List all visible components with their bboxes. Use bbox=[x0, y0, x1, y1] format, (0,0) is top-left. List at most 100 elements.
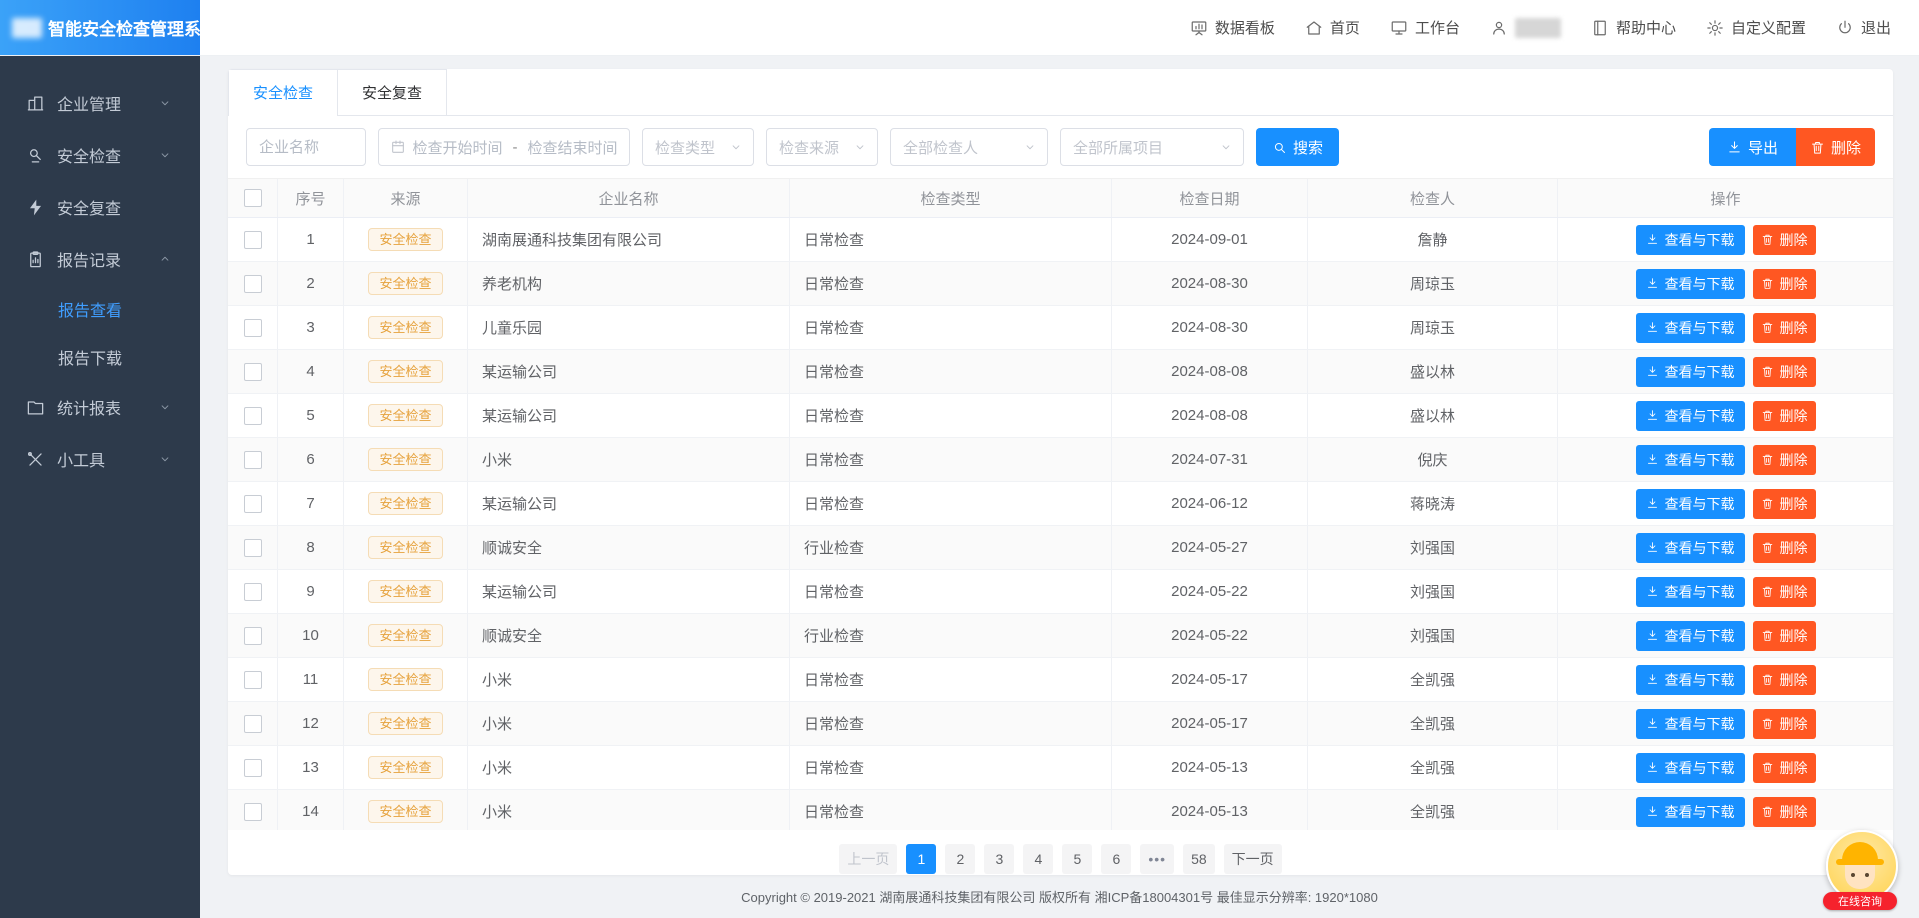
view-download-button[interactable]: 查看与下载 bbox=[1636, 797, 1745, 827]
view-download-button[interactable]: 查看与下载 bbox=[1636, 621, 1745, 651]
row-delete-button[interactable]: 删除 bbox=[1753, 577, 1816, 607]
row-delete-button[interactable]: 删除 bbox=[1753, 489, 1816, 519]
pagination-prev[interactable]: 上一页 bbox=[839, 844, 897, 874]
row-check-type: 日常检查 bbox=[790, 570, 1112, 613]
chevron-down-icon bbox=[158, 452, 172, 466]
row-checkbox[interactable] bbox=[244, 627, 262, 645]
row-checkbox[interactable] bbox=[244, 671, 262, 689]
sidebar-subitem-report-view[interactable]: 报告查看 bbox=[0, 285, 200, 333]
row-checkbox[interactable] bbox=[244, 363, 262, 381]
view-download-button[interactable]: 查看与下载 bbox=[1636, 269, 1745, 299]
tab-安全检查[interactable]: 安全检查 bbox=[228, 69, 338, 115]
view-download-button[interactable]: 查看与下载 bbox=[1636, 577, 1745, 607]
row-checkbox[interactable] bbox=[244, 275, 262, 293]
row-delete-button[interactable]: 删除 bbox=[1753, 313, 1816, 343]
nav-custom-config[interactable]: 自定义配置 bbox=[1706, 17, 1806, 38]
row-delete-button[interactable]: 删除 bbox=[1753, 269, 1816, 299]
nav-logout[interactable]: 退出 bbox=[1836, 17, 1891, 38]
project-select[interactable]: 全部所属项目 bbox=[1060, 128, 1244, 166]
row-checkbox-cell bbox=[228, 746, 278, 789]
sidebar-item-label: 统计报表 bbox=[57, 395, 121, 419]
row-delete-button[interactable]: 删除 bbox=[1753, 225, 1816, 255]
row-checkbox[interactable] bbox=[244, 715, 262, 733]
row-delete-button[interactable]: 删除 bbox=[1753, 797, 1816, 827]
view-download-button[interactable]: 查看与下载 bbox=[1636, 489, 1745, 519]
row-delete-button[interactable]: 删除 bbox=[1753, 445, 1816, 475]
view-download-button[interactable]: 查看与下载 bbox=[1636, 401, 1745, 431]
check-source-select[interactable]: 检查来源 bbox=[766, 128, 878, 166]
row-checkbox[interactable] bbox=[244, 803, 262, 821]
sidebar-subitem-report-download[interactable]: 报告下载 bbox=[0, 333, 200, 381]
row-delete-button[interactable]: 删除 bbox=[1753, 709, 1816, 739]
pagination-page-5[interactable]: 5 bbox=[1062, 844, 1092, 874]
view-download-button[interactable]: 查看与下载 bbox=[1636, 445, 1745, 475]
sidebar-item-report-records[interactable]: 报告记录 bbox=[0, 233, 200, 285]
search-button[interactable]: 搜索 bbox=[1256, 128, 1339, 166]
date-range-picker[interactable]: 检查开始时间 - 检查结束时间 bbox=[378, 128, 630, 166]
pagination-page-2[interactable]: 2 bbox=[945, 844, 975, 874]
row-checkbox[interactable] bbox=[244, 319, 262, 337]
bulk-delete-button[interactable]: 删除 bbox=[1796, 128, 1875, 166]
row-checkbox[interactable] bbox=[244, 451, 262, 469]
row-delete-label: 删除 bbox=[1780, 450, 1808, 470]
view-download-button[interactable]: 查看与下载 bbox=[1636, 533, 1745, 563]
nav-home[interactable]: 首页 bbox=[1305, 17, 1360, 38]
online-chat-widget[interactable]: 在线咨询 bbox=[1823, 830, 1897, 910]
pagination-page-3[interactable]: 3 bbox=[984, 844, 1014, 874]
company-name-input[interactable] bbox=[246, 128, 366, 166]
row-seq: 13 bbox=[278, 746, 344, 789]
sidebar-item-safety-inspection[interactable]: 安全检查 bbox=[0, 129, 200, 181]
export-button[interactable]: 导出 bbox=[1709, 128, 1796, 166]
row-seq: 5 bbox=[278, 394, 344, 437]
nav-dashboard[interactable]: 数据看板 bbox=[1190, 17, 1275, 38]
nav-workbench[interactable]: 工作台 bbox=[1390, 17, 1460, 38]
trash-icon bbox=[1761, 761, 1774, 774]
row-company: 儿童乐园 bbox=[468, 306, 790, 349]
view-download-button[interactable]: 查看与下载 bbox=[1636, 313, 1745, 343]
inspector-select[interactable]: 全部检查人 bbox=[890, 128, 1048, 166]
row-checkbox[interactable] bbox=[244, 407, 262, 425]
row-seq: 7 bbox=[278, 482, 344, 525]
source-tag: 安全检查 bbox=[368, 712, 442, 735]
row-delete-button[interactable]: 删除 bbox=[1753, 753, 1816, 783]
view-download-label: 查看与下载 bbox=[1665, 538, 1735, 558]
row-checkbox[interactable] bbox=[244, 583, 262, 601]
view-download-button[interactable]: 查看与下载 bbox=[1636, 709, 1745, 739]
chevron-down-icon bbox=[1023, 140, 1037, 154]
pagination-next[interactable]: 下一页 bbox=[1224, 844, 1282, 874]
check-type-select[interactable]: 检查类型 bbox=[642, 128, 754, 166]
tab-安全复查[interactable]: 安全复查 bbox=[337, 69, 447, 115]
pagination-page-6[interactable]: 6 bbox=[1101, 844, 1131, 874]
view-download-button[interactable]: 查看与下载 bbox=[1636, 753, 1745, 783]
row-checkbox[interactable] bbox=[244, 539, 262, 557]
pagination-page-58[interactable]: 58 bbox=[1183, 844, 1215, 874]
date-end-placeholder: 检查结束时间 bbox=[528, 137, 618, 158]
sidebar-item-widgets[interactable]: 小工具 bbox=[0, 433, 200, 485]
pagination-page-4[interactable]: 4 bbox=[1023, 844, 1053, 874]
row-delete-button[interactable]: 删除 bbox=[1753, 533, 1816, 563]
sidebar-item-statistics[interactable]: 统计报表 bbox=[0, 381, 200, 433]
row-delete-button[interactable]: 删除 bbox=[1753, 621, 1816, 651]
row-delete-button[interactable]: 删除 bbox=[1753, 401, 1816, 431]
pagination-page-1[interactable]: 1 bbox=[906, 844, 936, 874]
row-checkbox[interactable] bbox=[244, 759, 262, 777]
pagination-more[interactable]: ••• bbox=[1140, 844, 1174, 874]
view-download-button[interactable]: 查看与下载 bbox=[1636, 665, 1745, 695]
row-seq: 8 bbox=[278, 526, 344, 569]
nav-user[interactable] bbox=[1490, 18, 1561, 38]
row-delete-label: 删除 bbox=[1780, 670, 1808, 690]
view-download-button[interactable]: 查看与下载 bbox=[1636, 357, 1745, 387]
select-all-checkbox[interactable] bbox=[244, 189, 262, 207]
row-checkbox[interactable] bbox=[244, 231, 262, 249]
row-delete-button[interactable]: 删除 bbox=[1753, 357, 1816, 387]
search-icon bbox=[1272, 140, 1287, 155]
sidebar-item-enterprise-mgmt[interactable]: 企业管理 bbox=[0, 77, 200, 129]
nav-help-center[interactable]: 帮助中心 bbox=[1591, 17, 1676, 38]
sidebar-item-safety-recheck[interactable]: 安全复查 bbox=[0, 181, 200, 233]
view-download-button[interactable]: 查看与下载 bbox=[1636, 225, 1745, 255]
row-check-date: 2024-08-08 bbox=[1112, 350, 1308, 393]
row-delete-button[interactable]: 删除 bbox=[1753, 665, 1816, 695]
row-checkbox[interactable] bbox=[244, 495, 262, 513]
home-icon bbox=[1305, 19, 1323, 37]
table-row: 14安全检查小米日常检查2024-05-13全凯强查看与下载删除 bbox=[228, 790, 1893, 830]
